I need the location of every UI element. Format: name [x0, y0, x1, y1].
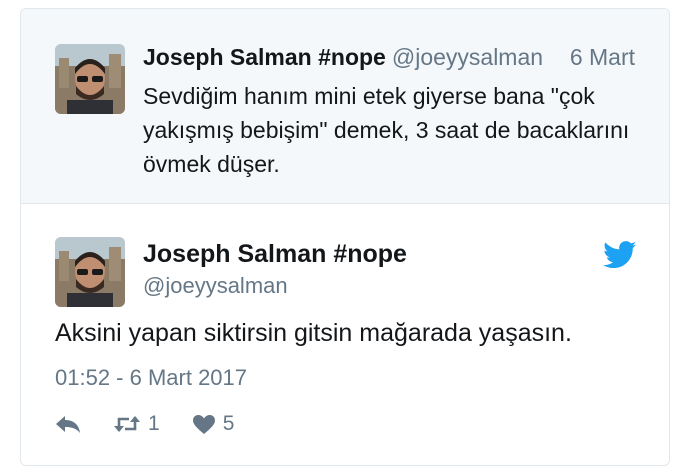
tweet-actions: 1 5	[55, 409, 266, 439]
author-handle[interactable]: @joeyysalman	[143, 271, 407, 301]
avatar[interactable]	[55, 44, 125, 114]
author-handle[interactable]: @joeyysalman	[392, 44, 543, 71]
author-name[interactable]: Joseph Salman #nope	[143, 237, 407, 271]
main-tweet-author[interactable]: Joseph Salman #nope @joeyysalman	[143, 237, 407, 301]
reply-button[interactable]	[55, 414, 81, 434]
like-count: 5	[222, 412, 235, 435]
main-tweet-text: Aksini yapan siktirsin gitsin mağarada y…	[55, 319, 572, 347]
parent-tweet[interactable]: Joseph Salman #nope @joeyysalman 6 Mart …	[21, 9, 669, 204]
reply-icon	[56, 416, 80, 433]
parent-tweet-text: Sevdiğim hanım mini etek giyerse bana "ç…	[143, 83, 630, 177]
tweet-card: Joseph Salman #nope @joeyysalman 6 Mart …	[20, 8, 670, 466]
parent-tweet-header: Joseph Salman #nope @joeyysalman 6 Mart	[143, 44, 635, 78]
tweet-date[interactable]: 6 Mart	[570, 44, 635, 71]
heart-icon	[192, 414, 215, 434]
twitter-bird-icon[interactable]	[603, 241, 637, 269]
avatar[interactable]	[55, 237, 125, 307]
like-button[interactable]: 5	[192, 412, 235, 436]
author-name[interactable]: Joseph Salman #nope	[143, 44, 386, 71]
retweet-count: 1	[148, 412, 160, 435]
retweet-button[interactable]: 1	[113, 412, 160, 436]
tweet-timestamp[interactable]: 01:52 - 6 Mart 2017	[55, 365, 247, 391]
retweet-icon	[114, 416, 140, 432]
